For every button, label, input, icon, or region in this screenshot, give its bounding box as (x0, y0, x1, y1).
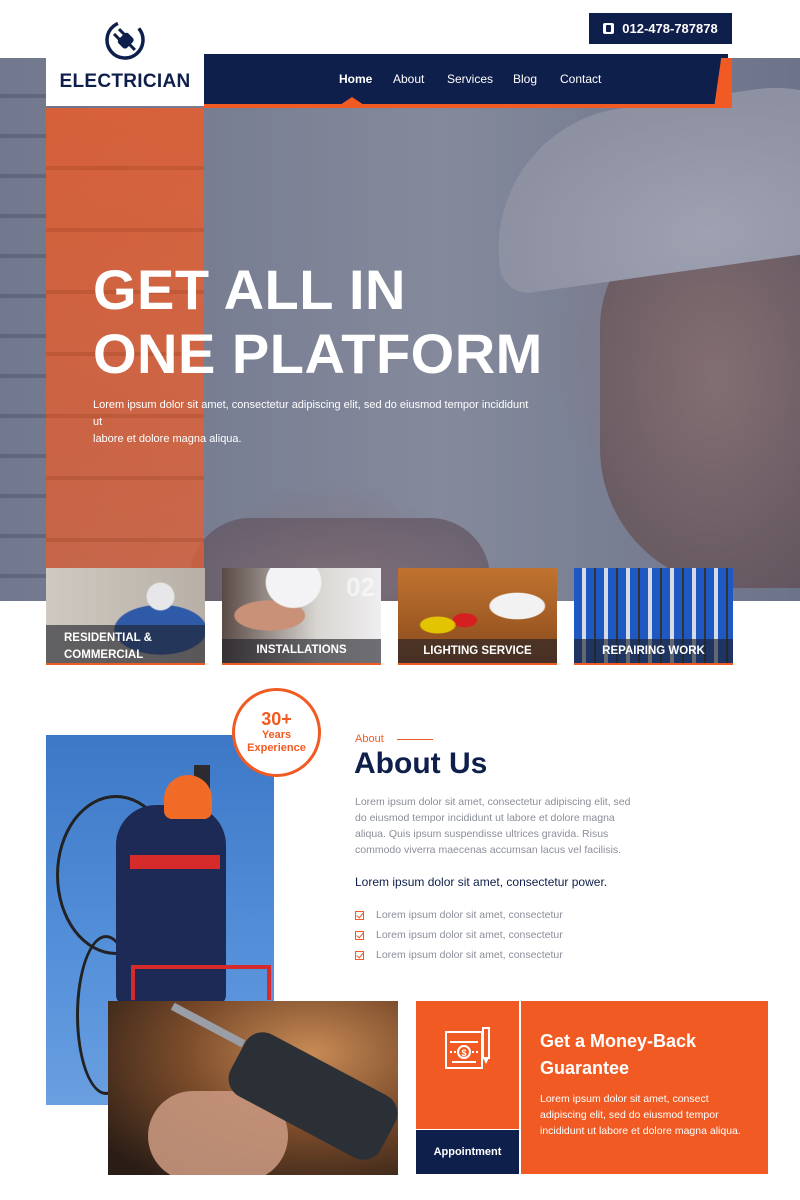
nav-active-indicator (340, 97, 364, 105)
service-card-residential[interactable]: RESIDENTIAL & COMMERCIAL (46, 568, 205, 665)
list-item: Lorem ipsum dolor sit amet, consectetur (355, 945, 563, 965)
main-nav: Home About Services Blog Contact (204, 54, 728, 105)
service-label: RESIDENTIAL & COMMERCIAL (46, 625, 205, 663)
checkbox-icon (355, 910, 364, 920)
brand-name[interactable]: ELECTRICIAN (46, 71, 204, 93)
list-item: Lorem ipsum dolor sit amet, consectetur (355, 905, 563, 925)
hero-description: Lorem ipsum dolor sit amet, consectetur … (93, 397, 533, 448)
about-checklist: Lorem ipsum dolor sit amet, consectetur … (355, 905, 563, 965)
svg-text:$: $ (461, 1048, 466, 1058)
guarantee-title-line1: Get a Money-Back (540, 1031, 697, 1051)
service-label: LIGHTING SERVICE (398, 639, 557, 663)
experience-badge: 30+ Years Experience (232, 688, 321, 777)
checkbox-icon (355, 930, 364, 940)
list-item-text: Lorem ipsum dolor sit amet, consectetur (376, 909, 563, 921)
experience-line1: Years (261, 729, 292, 741)
worker-helmet (164, 775, 212, 819)
service-label: REPAIRING WORK (574, 639, 733, 663)
about-title: About Us (354, 747, 488, 780)
about-paragraph: Lorem ipsum dolor sit amet, consectetur … (355, 796, 631, 856)
about-image-drill (108, 1001, 398, 1175)
nav-item-contact[interactable]: Contact (560, 54, 601, 105)
service-card-installations[interactable]: 02 INSTALLATIONS (222, 568, 381, 665)
nav-item-services[interactable]: Services (447, 54, 493, 105)
eyebrow-divider (397, 739, 433, 740)
plug-icon[interactable] (103, 18, 147, 62)
about-highlight: Lorem ipsum dolor sit amet, consectetur … (355, 875, 608, 889)
service-label-line1: REPAIRING WORK (602, 645, 705, 657)
service-label: INSTALLATIONS (222, 639, 381, 663)
hero-title-line1: GET ALL IN (93, 258, 406, 321)
service-label-line1: INSTALLATIONS (256, 644, 347, 656)
phone-icon (603, 23, 615, 34)
guarantee-description: Lorem ipsum dolor sit amet, consect adip… (540, 1093, 741, 1137)
experience-line2: Experience (247, 742, 306, 754)
experience-number: 30+ (261, 709, 292, 729)
hero-title: GET ALL IN ONE PLATFORM (93, 258, 613, 386)
bucket-lift (131, 965, 271, 1000)
money-check-icon: $ (445, 1027, 490, 1069)
list-item-text: Lorem ipsum dolor sit amet, consectetur (376, 929, 563, 941)
nav-item-about[interactable]: About (393, 54, 424, 105)
drill-bit (170, 1002, 246, 1048)
checkbox-icon (355, 950, 364, 960)
nav-item-blog[interactable]: Blog (513, 54, 537, 105)
phone-number: 012-478-787878 (622, 21, 718, 36)
list-item: Lorem ipsum dolor sit amet, consectetur (355, 925, 563, 945)
guarantee-title-line2: Guarantee (540, 1058, 630, 1078)
guarantee-panel (521, 1001, 768, 1174)
service-number: 02 (346, 572, 375, 602)
service-card-lighting[interactable]: LIGHTING SERVICE (398, 568, 557, 665)
hero-description-line1: Lorem ipsum dolor sit amet, consectetur … (93, 399, 529, 428)
service-label-line1: LIGHTING SERVICE (423, 645, 532, 657)
hero-description-line2: labore et dolore magna aliqua. (93, 433, 242, 445)
phone-button[interactable]: 012-478-787878 (589, 13, 732, 44)
hero-title-line2: ONE PLATFORM (93, 322, 543, 385)
service-label-line2: COMMERCIAL (64, 649, 144, 661)
service-card-repairing[interactable]: REPAIRING WORK (574, 568, 733, 665)
service-label-line1: RESIDENTIAL & (64, 632, 152, 644)
list-item-text: Lorem ipsum dolor sit amet, consectetur (376, 949, 563, 961)
worker-harness (130, 855, 220, 869)
guarantee-title: Get a Money-Back Guarantee (540, 1028, 750, 1082)
about-eyebrow: About (355, 733, 384, 745)
appointment-button[interactable]: Appointment (416, 1130, 519, 1174)
